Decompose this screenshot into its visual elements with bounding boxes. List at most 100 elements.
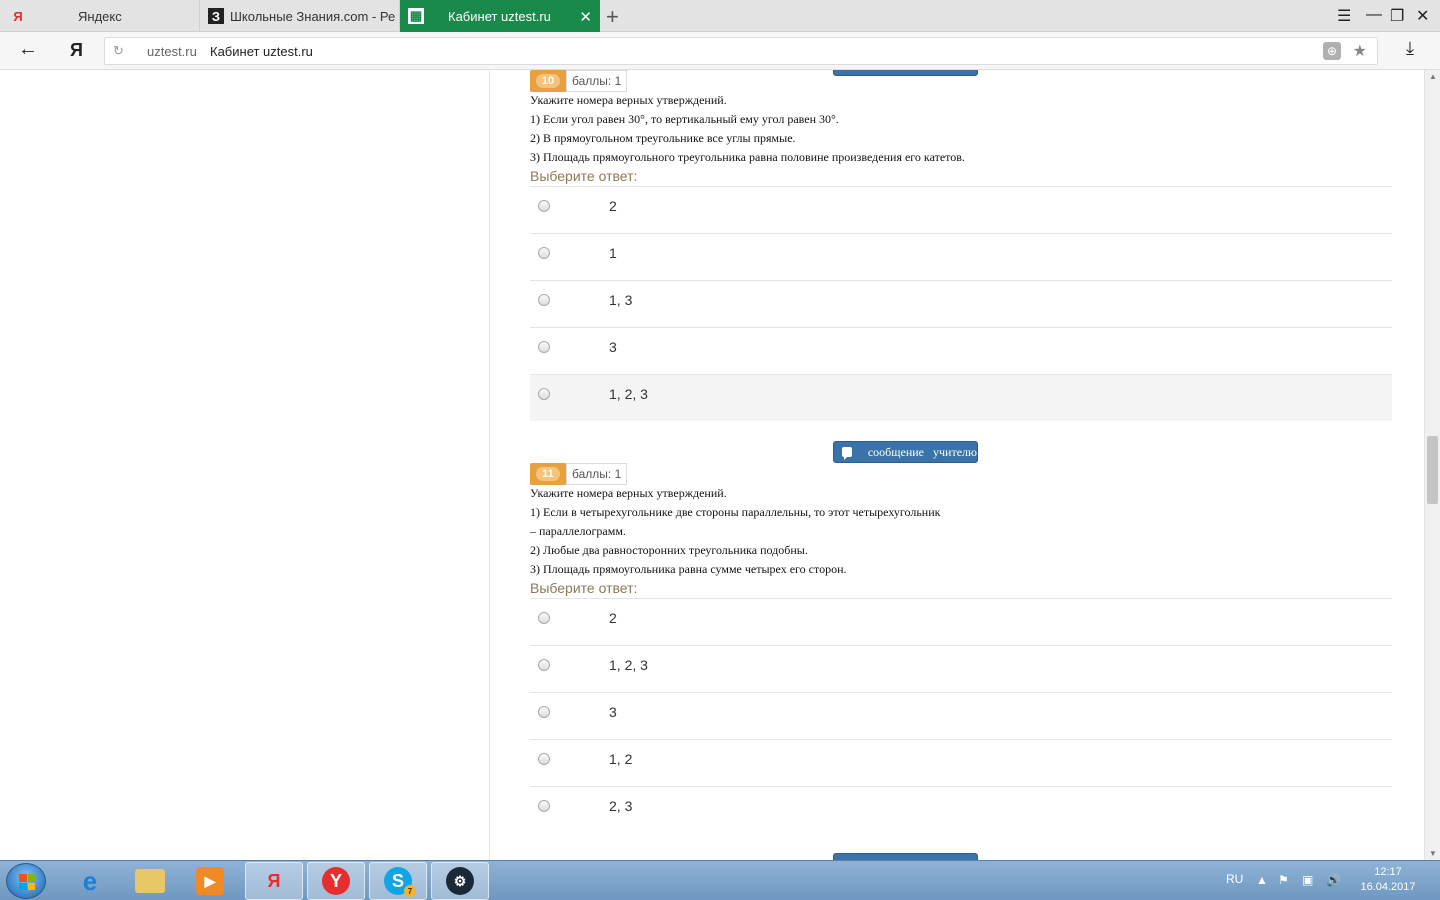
skype-icon: S7 bbox=[384, 867, 416, 897]
steam-icon: ⚙ bbox=[446, 867, 474, 895]
radio-button[interactable] bbox=[538, 341, 550, 353]
close-tab-icon[interactable]: ✕ bbox=[579, 8, 592, 26]
message-teacher-button-prev[interactable] bbox=[833, 70, 978, 76]
radio-button[interactable] bbox=[538, 706, 550, 718]
show-hidden-icons-icon[interactable]: ▲ bbox=[1256, 873, 1268, 887]
clock-time: 12:17 bbox=[1374, 866, 1402, 878]
question-text-line: 3) Площадь прямоугольного треугольника р… bbox=[530, 150, 965, 164]
question-points: баллы: 1 bbox=[566, 463, 628, 485]
taskbar-media-player[interactable]: ▶ bbox=[181, 862, 239, 900]
back-arrow-icon[interactable]: ← bbox=[18, 38, 38, 61]
tab-yandex[interactable]: Я Яндекс bbox=[0, 0, 200, 32]
question-number-badge: 11 bbox=[530, 463, 566, 485]
question-text-line: 2) В прямоугольном треугольнике все углы… bbox=[530, 131, 796, 145]
answer-option[interactable]: 2, 3 bbox=[530, 786, 1392, 833]
message-teacher-button-next[interactable] bbox=[833, 853, 978, 860]
bookmark-star-icon[interactable]: ★ bbox=[1353, 41, 1367, 61]
radio-button[interactable] bbox=[538, 388, 550, 400]
network-icon[interactable]: ▣ bbox=[1302, 873, 1313, 887]
tab-label: Кабинет uztest.ru bbox=[448, 8, 551, 24]
radio-button[interactable] bbox=[538, 612, 550, 624]
tab-uztest[interactable]: ▦ Кабинет uztest.ru ✕ bbox=[400, 0, 600, 32]
answer-option-label: 2 bbox=[609, 610, 617, 626]
taskbar-internet-explorer[interactable]: e bbox=[61, 862, 119, 900]
yandex-icon: Y bbox=[322, 867, 350, 895]
folder-icon bbox=[135, 869, 165, 893]
protect-icon[interactable]: ⊕ bbox=[1323, 42, 1341, 60]
page-viewport: 10 баллы: 1 Укажите номера верных утверж… bbox=[0, 70, 1440, 860]
chat-icon bbox=[842, 447, 852, 460]
answer-prompt: Выберите ответ: bbox=[530, 580, 638, 596]
answer-option-label: 2 bbox=[609, 198, 617, 214]
radio-button[interactable] bbox=[538, 800, 550, 812]
scroll-thumb[interactable] bbox=[1427, 436, 1438, 504]
answer-option-label: 3 bbox=[609, 339, 617, 355]
yandex-favicon-icon: Я bbox=[13, 8, 23, 24]
radio-button[interactable] bbox=[538, 753, 550, 765]
scroll-down-icon[interactable]: ▼ bbox=[1429, 849, 1437, 858]
address-domain: uztest.ru bbox=[147, 44, 197, 59]
answer-option[interactable]: 1, 2 bbox=[530, 739, 1392, 786]
menu-icon[interactable]: ☰ bbox=[1337, 6, 1351, 26]
internet-explorer-icon: e bbox=[82, 865, 98, 896]
radio-button[interactable] bbox=[538, 659, 550, 671]
answer-option[interactable]: 2 bbox=[530, 186, 1392, 233]
question-text-line: 3) Площадь прямоугольника равна сумме че… bbox=[530, 562, 847, 576]
answer-option-label: 3 bbox=[609, 704, 617, 720]
question-text-line: Укажите номера верных утверждений. bbox=[530, 93, 727, 107]
taskbar-yandex[interactable]: Y bbox=[307, 862, 365, 900]
tab-label: Яндекс bbox=[78, 8, 122, 24]
download-icon[interactable]: ⤓ bbox=[1406, 38, 1414, 59]
question-text-line: 1) Если в четырехугольнике две стороны п… bbox=[530, 505, 941, 519]
radio-button[interactable] bbox=[538, 294, 550, 306]
uztest-favicon-icon: ▦ bbox=[408, 8, 424, 24]
left-sidebar bbox=[0, 70, 490, 860]
media-player-icon: ▶ bbox=[196, 867, 224, 895]
question-text-line: 1) Если угол равен 30°, то вертикальный … bbox=[530, 112, 839, 126]
action-center-flag-icon[interactable]: ⚑ bbox=[1278, 873, 1289, 887]
answer-option-label: 1, 3 bbox=[609, 292, 633, 308]
answer-option[interactable]: 1, 2, 3 bbox=[530, 645, 1392, 692]
test-content: 10 баллы: 1 Укажите номера верных утверж… bbox=[530, 70, 1392, 860]
radio-button[interactable] bbox=[538, 200, 550, 212]
taskbar-yandex-browser[interactable]: Я bbox=[245, 862, 303, 900]
volume-icon[interactable]: 🔊 bbox=[1326, 873, 1341, 887]
message-teacher-button[interactable]: сообщение учителю bbox=[833, 441, 978, 463]
message-teacher-label: сообщение учителю bbox=[867, 444, 977, 459]
close-window-icon[interactable]: ✕ bbox=[1416, 6, 1429, 26]
tab-znania[interactable]: З Школьные Знания.com - Ре bbox=[200, 0, 400, 32]
question-text-line: – параллелограмм. bbox=[530, 524, 626, 538]
yandex-logo[interactable]: Я bbox=[70, 40, 83, 61]
answer-option[interactable]: 3 bbox=[530, 327, 1392, 374]
reload-icon[interactable]: ↻ bbox=[113, 43, 124, 59]
taskbar-skype[interactable]: S7 bbox=[369, 862, 427, 900]
scroll-up-icon[interactable]: ▲ bbox=[1429, 72, 1437, 81]
answer-option[interactable]: 1, 2, 3 bbox=[530, 374, 1392, 421]
language-indicator[interactable]: RU bbox=[1226, 872, 1243, 886]
question-header: 11 баллы: 1 bbox=[530, 463, 628, 485]
answer-option-label: 1 bbox=[609, 245, 617, 261]
skype-badge: 7 bbox=[404, 885, 416, 897]
windows-logo-icon bbox=[19, 874, 35, 890]
restore-icon[interactable]: ❐ bbox=[1390, 6, 1404, 26]
windows-taskbar: e ▶ Я Y S7 ⚙ RU ▲ ⚑ ▣ 🔊 12:17 16.04.2017 bbox=[0, 860, 1440, 900]
new-tab-button[interactable]: + bbox=[606, 4, 619, 30]
address-bar-row: ← Я ↻ uztest.ru Кабинет uztest.ru ⊕ ★ ⤓ bbox=[0, 32, 1440, 70]
answer-option-label: 1, 2 bbox=[609, 751, 633, 767]
answer-option[interactable]: 3 bbox=[530, 692, 1392, 739]
answer-option[interactable]: 1, 3 bbox=[530, 280, 1392, 327]
yandex-browser-icon: Я bbox=[267, 870, 281, 891]
question-text-line: Укажите номера верных утверждений. bbox=[530, 486, 727, 500]
radio-button[interactable] bbox=[538, 247, 550, 259]
taskbar-file-explorer[interactable] bbox=[121, 862, 179, 900]
start-button[interactable] bbox=[6, 863, 46, 899]
minimize-icon[interactable]: — bbox=[1366, 6, 1382, 24]
answer-option[interactable]: 2 bbox=[530, 598, 1392, 645]
taskbar-steam[interactable]: ⚙ bbox=[431, 862, 489, 900]
answer-prompt: Выберите ответ: bbox=[530, 168, 638, 184]
answer-option-label: 2, 3 bbox=[609, 798, 633, 814]
answer-option[interactable]: 1 bbox=[530, 233, 1392, 280]
address-input[interactable]: ↻ uztest.ru Кабинет uztest.ru ⊕ ★ bbox=[104, 37, 1378, 65]
system-clock[interactable]: 12:17 16.04.2017 bbox=[1360, 865, 1416, 895]
page-scrollbar[interactable]: ▲ ▼ bbox=[1424, 70, 1440, 860]
